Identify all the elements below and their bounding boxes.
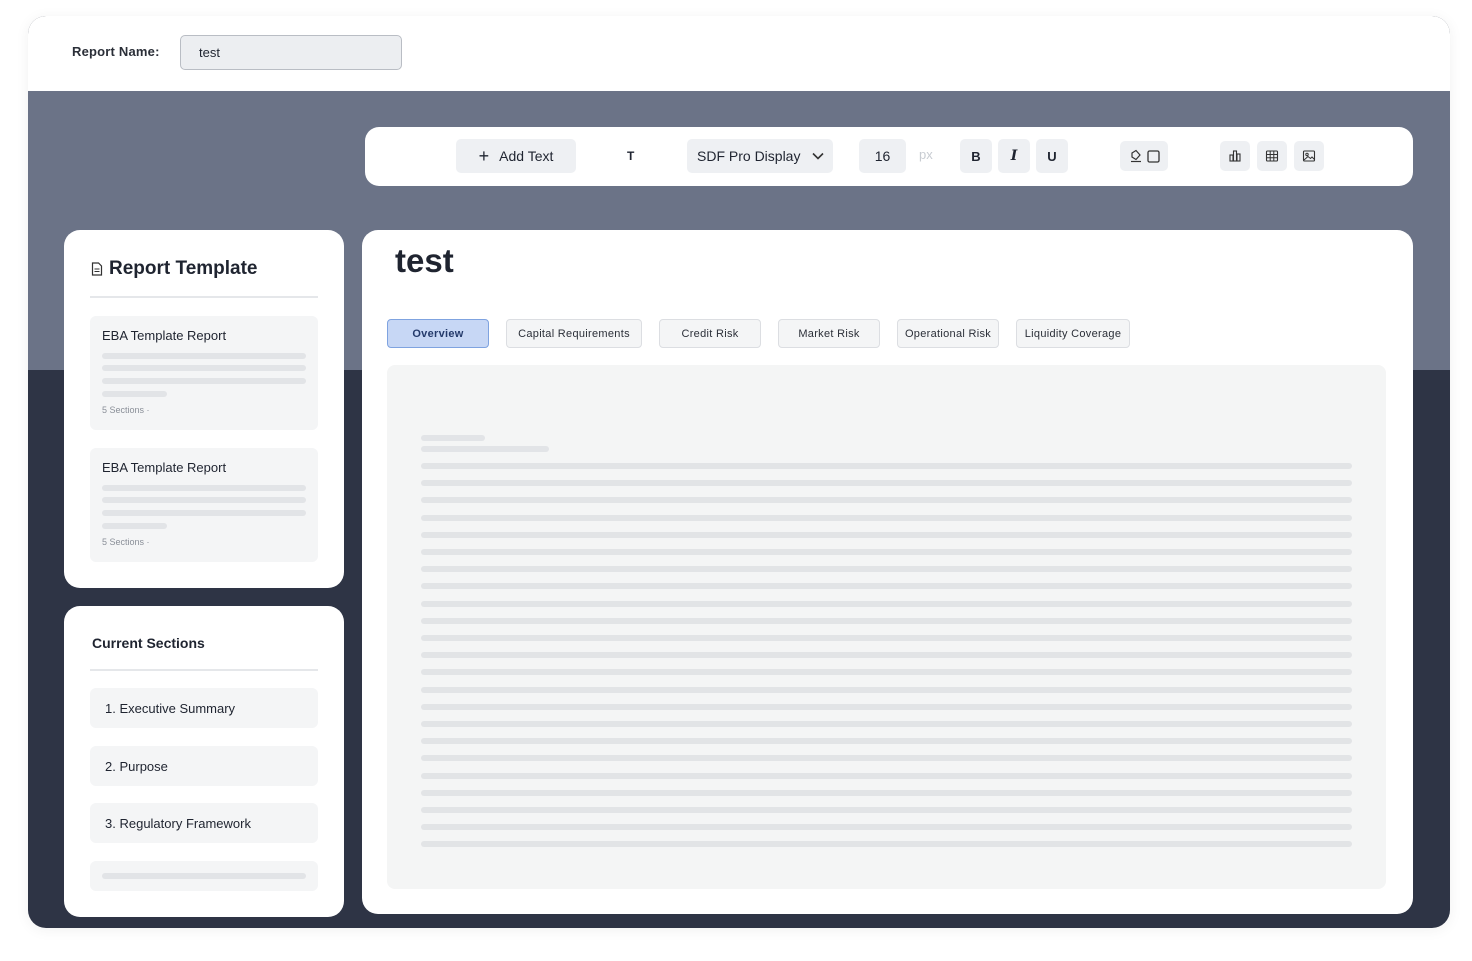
section-label: Executive Summary (119, 700, 236, 716)
skeleton-line (421, 549, 1352, 555)
bold-button[interactable]: B (960, 139, 992, 173)
skeleton-line (421, 435, 485, 441)
tab-overview[interactable]: Overview (387, 319, 489, 348)
skeleton-line (421, 772, 1352, 779)
skeleton-line (421, 531, 1352, 538)
document-panel: test Overview Capital Requirements Credi… (362, 230, 1413, 914)
skeleton-line (102, 485, 306, 491)
skeleton-line (421, 635, 1352, 641)
current-sections-title: Current Sections (92, 635, 205, 651)
insert-image-button[interactable] (1294, 141, 1324, 171)
section-number: 1. (105, 700, 116, 716)
document-title: test (395, 242, 454, 279)
skeleton-line (421, 738, 1352, 745)
app-window: Report Name: + Add Text T SDF Pro Displa… (28, 16, 1450, 928)
skeleton-line (102, 378, 306, 384)
top-bar: Report Name: (28, 16, 1450, 91)
divider (90, 296, 318, 298)
tab-liquidity-coverage[interactable]: Liquidity Coverage (1016, 319, 1130, 348)
section-item-regulatory-framework[interactable]: 3. Regulatory Framework (90, 803, 318, 843)
report-template-title: Report Template (109, 258, 258, 279)
plus-icon: + (478, 146, 490, 166)
skeleton-line (421, 755, 1352, 762)
skeleton-line (421, 463, 1352, 469)
skeleton-line (421, 566, 1352, 573)
add-text-label: Add Text (499, 148, 554, 164)
tab-credit-risk[interactable]: Credit Risk (659, 319, 761, 348)
report-name-input[interactable] (180, 35, 402, 70)
skeleton-line (421, 686, 1352, 693)
template-card[interactable]: EBA Template Report 5 Sections · (90, 448, 318, 562)
report-template-heading: Report Template (91, 258, 258, 280)
italic-button[interactable]: I (998, 139, 1030, 173)
section-label: Purpose (119, 758, 168, 774)
font-size-unit: px (919, 147, 933, 162)
document-canvas[interactable] (387, 365, 1386, 889)
bar-chart-icon (1228, 149, 1242, 163)
underline-button[interactable]: U (1036, 139, 1068, 173)
report-template-panel: Report Template EBA Template Report 5 Se… (64, 230, 344, 588)
skeleton-line (421, 446, 549, 452)
section-label: Regulatory Framework (119, 815, 251, 831)
document-icon (91, 262, 103, 276)
skeleton-line (421, 789, 1352, 796)
insert-table-button[interactable] (1257, 141, 1287, 171)
skeleton-line (421, 514, 1352, 521)
skeleton-line (421, 497, 1352, 504)
section-number: 2. (105, 758, 116, 774)
skeleton-line (421, 583, 1352, 590)
skeleton-line (421, 652, 1352, 659)
tab-capital-requirements[interactable]: Capital Requirements (506, 319, 642, 348)
tab-operational-risk[interactable]: Operational Risk (897, 319, 999, 348)
skeleton-line (421, 824, 1352, 831)
report-name-label: Report Name: (72, 44, 160, 59)
skeleton-line (421, 703, 1352, 710)
insert-chart-button[interactable] (1220, 141, 1250, 171)
skeleton-line (421, 617, 1352, 624)
fill-border-button[interactable] (1120, 141, 1168, 171)
tab-market-risk[interactable]: Market Risk (778, 319, 880, 348)
template-card-meta: 5 Sections · (102, 537, 150, 547)
paint-bucket-icon (1129, 149, 1143, 163)
font-family-value: SDF Pro Display (697, 148, 801, 164)
image-icon (1302, 149, 1316, 163)
skeleton-line (102, 523, 167, 529)
skeleton-line (102, 365, 306, 371)
text-tool-button[interactable]: T (627, 149, 634, 163)
skeleton-line (102, 391, 167, 397)
template-card-name: EBA Template Report (102, 328, 227, 343)
table-icon (1265, 149, 1279, 163)
template-card-name: EBA Template Report (102, 460, 227, 475)
editor-toolbar: + Add Text T SDF Pro Display 16 px B I U (365, 127, 1413, 186)
skeleton-line (421, 807, 1352, 813)
skeleton-line (421, 600, 1352, 607)
skeleton-line (102, 873, 306, 879)
skeleton-line (102, 497, 306, 503)
skeleton-line (421, 480, 1352, 487)
font-family-select[interactable]: SDF Pro Display (687, 139, 833, 173)
skeleton-line (421, 721, 1352, 727)
skeleton-line (421, 669, 1352, 676)
skeleton-line (102, 353, 306, 359)
section-item-placeholder (90, 861, 318, 891)
section-item-executive-summary[interactable]: 1. Executive Summary (90, 688, 318, 728)
section-item-purpose[interactable]: 2. Purpose (90, 746, 318, 786)
font-size-input[interactable]: 16 (859, 139, 906, 173)
add-text-button[interactable]: + Add Text (456, 139, 576, 173)
square-outline-icon (1146, 149, 1160, 163)
template-card-meta: 5 Sections · (102, 405, 150, 415)
section-number: 3. (105, 815, 116, 831)
current-sections-panel: Current Sections 1. Executive Summary 2.… (64, 606, 344, 917)
skeleton-line (421, 841, 1352, 848)
skeleton-line (102, 510, 306, 516)
divider (90, 669, 318, 671)
chevron-down-icon (812, 152, 825, 160)
template-card[interactable]: EBA Template Report 5 Sections · (90, 316, 318, 430)
